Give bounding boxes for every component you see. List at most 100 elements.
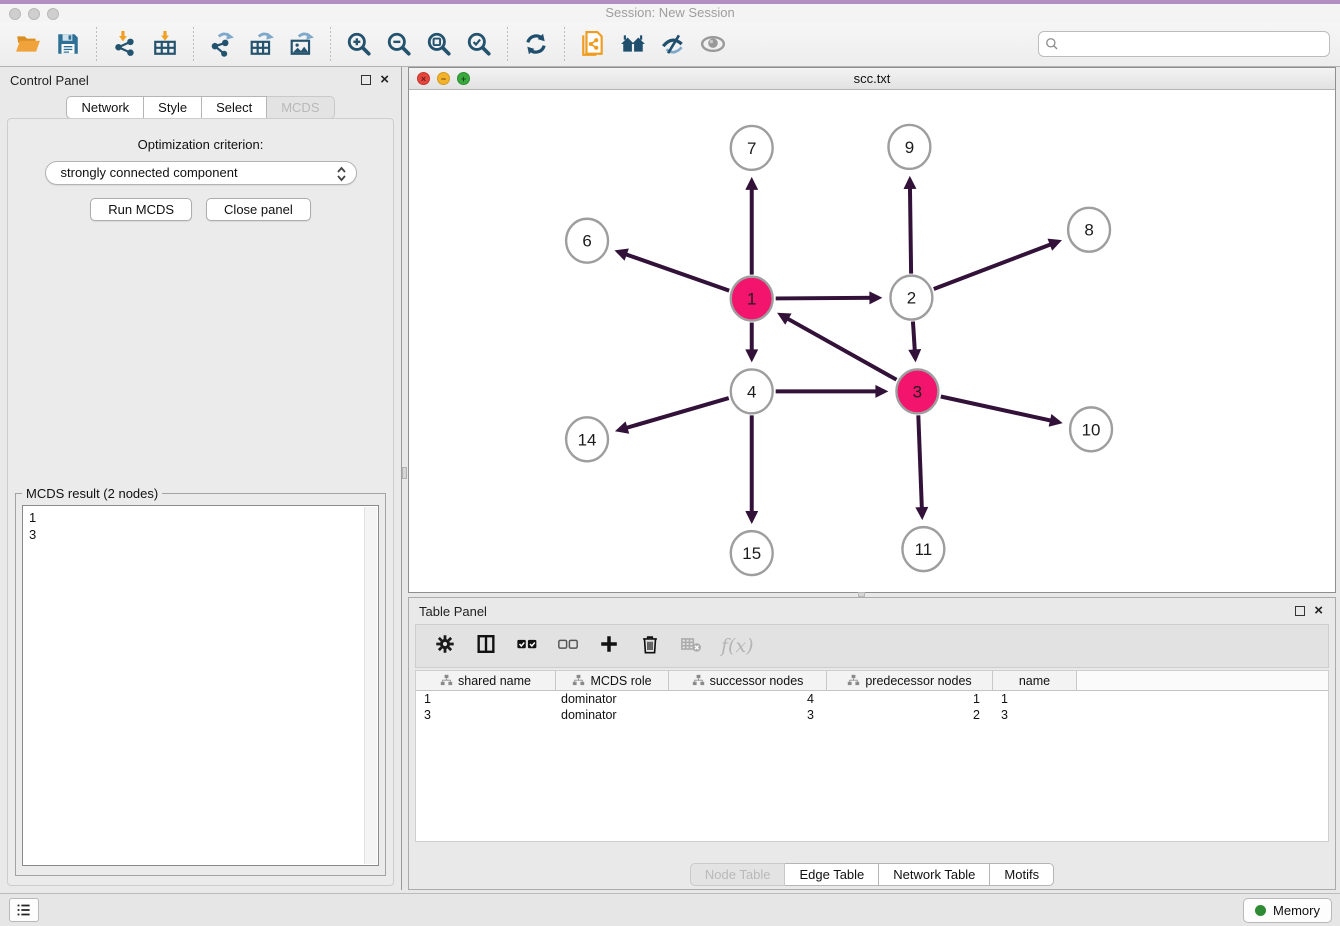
edge-3-11[interactable] xyxy=(918,415,922,516)
node-4[interactable]: 4 xyxy=(731,369,773,413)
minimize-view-button[interactable]: − xyxy=(437,72,450,85)
float-panel-icon[interactable] xyxy=(1295,606,1305,616)
column-header-name[interactable]: name xyxy=(993,671,1077,690)
network-graph[interactable]: 7 9 6 8 1 2 4 3 14 10 15 11 xyxy=(409,90,1335,592)
import-network-icon[interactable] xyxy=(110,29,140,59)
table-row[interactable]: 3dominator323 xyxy=(416,707,1328,723)
add-column-icon[interactable] xyxy=(598,633,620,660)
svg-text:7: 7 xyxy=(747,139,756,158)
tab-network-table[interactable]: Network Table xyxy=(879,863,990,886)
float-panel-icon[interactable] xyxy=(361,75,371,85)
open-network-document-icon[interactable] xyxy=(578,29,608,59)
show-view-icon[interactable] xyxy=(698,29,728,59)
splitter-handle[interactable] xyxy=(402,467,407,479)
hide-view-icon[interactable] xyxy=(658,29,688,59)
edge-2-3[interactable] xyxy=(913,321,915,358)
zoom-fit-icon[interactable] xyxy=(424,29,454,59)
node-6[interactable]: 6 xyxy=(566,219,608,263)
tab-select[interactable]: Select xyxy=(202,96,267,119)
tab-network[interactable]: Network xyxy=(66,96,144,119)
table-cell[interactable]: 3 xyxy=(993,707,1077,723)
maximize-view-button[interactable]: + xyxy=(457,72,470,85)
node-9[interactable]: 9 xyxy=(888,125,930,169)
tab-style[interactable]: Style xyxy=(144,96,202,119)
import-table-icon[interactable] xyxy=(150,29,180,59)
hierarchy-icon xyxy=(847,674,860,687)
tab-mcds[interactable]: MCDS xyxy=(267,96,334,119)
refresh-icon[interactable] xyxy=(521,29,551,59)
close-panel-button[interactable]: Close panel xyxy=(206,198,311,221)
node-8[interactable]: 8 xyxy=(1068,208,1110,252)
close-view-button[interactable]: × xyxy=(417,72,430,85)
select-all-columns-icon[interactable] xyxy=(516,633,538,660)
edge-2-9[interactable] xyxy=(910,180,911,274)
tab-edge-table[interactable]: Edge Table xyxy=(785,863,879,886)
edge-1-6[interactable] xyxy=(618,252,729,291)
table-cell[interactable]: 1 xyxy=(827,691,993,707)
edge-3-10[interactable] xyxy=(941,397,1059,423)
table-cell[interactable]: 3 xyxy=(669,707,827,723)
node-1[interactable]: 1 xyxy=(731,277,773,321)
zoom-out-icon[interactable] xyxy=(384,29,414,59)
svg-text:1: 1 xyxy=(747,290,756,309)
svg-text:11: 11 xyxy=(915,540,933,559)
edge-4-14[interactable] xyxy=(619,398,729,430)
table-cell[interactable]: 1 xyxy=(993,691,1077,707)
close-window-button[interactable] xyxy=(9,8,21,20)
hierarchy-icon xyxy=(692,674,705,687)
open-session-icon[interactable] xyxy=(13,29,43,59)
maximize-window-button[interactable] xyxy=(47,8,59,20)
node-2[interactable]: 2 xyxy=(890,276,932,320)
network-canvas[interactable]: 7 9 6 8 1 2 4 3 14 10 15 11 xyxy=(409,90,1335,592)
node-3[interactable]: 3 xyxy=(896,369,938,413)
optimization-criterion-select[interactable]: strongly connected component xyxy=(45,161,357,185)
close-panel-icon[interactable]: × xyxy=(1314,606,1323,616)
column-layout-icon[interactable] xyxy=(475,633,497,660)
tab-node-table[interactable]: Node Table xyxy=(690,863,786,886)
run-mcds-button[interactable]: Run MCDS xyxy=(90,198,192,221)
table-row[interactable]: 1dominator411 xyxy=(416,691,1328,707)
column-header-mcds-role[interactable]: MCDS role xyxy=(556,671,669,690)
column-header-shared-name[interactable]: shared name xyxy=(416,671,556,690)
table-cell[interactable]: dominator xyxy=(556,707,669,723)
export-network-icon[interactable] xyxy=(207,29,237,59)
minimize-window-button[interactable] xyxy=(28,8,40,20)
edge-2-8[interactable] xyxy=(934,241,1059,289)
task-history-button[interactable] xyxy=(9,898,39,922)
function-builder-icon[interactable]: f(x) xyxy=(721,635,754,657)
table-cell[interactable]: 2 xyxy=(827,707,993,723)
save-session-icon[interactable] xyxy=(53,29,83,59)
table-cell[interactable]: dominator xyxy=(556,691,669,707)
toolbar-separator xyxy=(564,27,565,61)
table-cell[interactable]: 4 xyxy=(669,691,827,707)
table-cell[interactable]: 1 xyxy=(416,691,556,707)
delete-column-icon[interactable] xyxy=(639,633,661,660)
close-panel-icon[interactable]: × xyxy=(380,75,389,85)
zoom-selected-icon[interactable] xyxy=(464,29,494,59)
tab-motifs[interactable]: Motifs xyxy=(990,863,1054,886)
export-image-icon[interactable] xyxy=(287,29,317,59)
node-10[interactable]: 10 xyxy=(1070,407,1112,451)
deselect-all-columns-icon[interactable] xyxy=(557,633,579,660)
edge-1-2[interactable] xyxy=(776,298,879,299)
memory-button[interactable]: Memory xyxy=(1243,898,1332,923)
network-window-titlebar[interactable]: × − + scc.txt xyxy=(409,68,1335,90)
column-header-predecessor-nodes[interactable]: predecessor nodes xyxy=(827,671,993,690)
node-7[interactable]: 7 xyxy=(731,126,773,170)
node-15[interactable]: 15 xyxy=(731,531,773,575)
node-14[interactable]: 14 xyxy=(566,417,608,461)
home-icon[interactable] xyxy=(618,29,648,59)
status-bar: Memory xyxy=(0,893,1340,926)
search-input[interactable] xyxy=(1038,31,1330,57)
table-settings-icon[interactable] xyxy=(434,633,456,660)
scrollbar-track[interactable] xyxy=(364,507,377,864)
node-11[interactable]: 11 xyxy=(902,527,944,571)
delete-table-icon[interactable] xyxy=(680,633,702,660)
edge-3-1[interactable] xyxy=(780,315,896,380)
zoom-in-icon[interactable] xyxy=(344,29,374,59)
export-table-icon[interactable] xyxy=(247,29,277,59)
table-panel-header: Table Panel × xyxy=(409,598,1335,624)
column-header-successor-nodes[interactable]: successor nodes xyxy=(669,671,827,690)
mcds-result-area[interactable]: 1 3 xyxy=(22,505,379,866)
table-cell[interactable]: 3 xyxy=(416,707,556,723)
